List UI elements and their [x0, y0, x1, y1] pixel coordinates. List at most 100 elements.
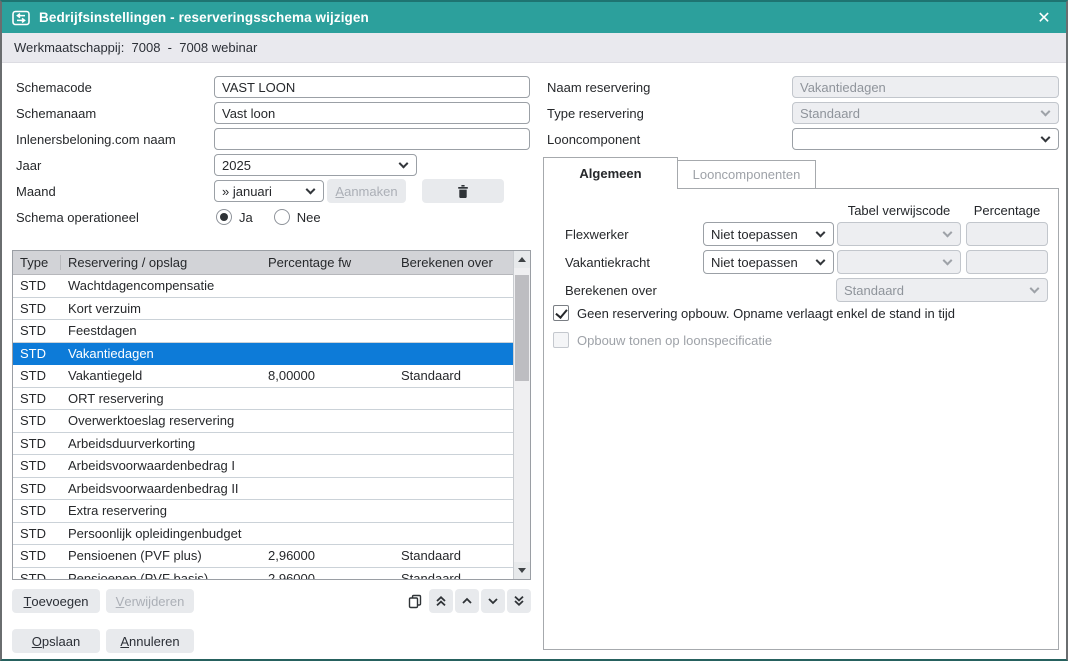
tab-algemeen[interactable]: Algemeen — [543, 157, 678, 189]
close-icon[interactable]: ✕ — [1030, 2, 1058, 33]
table-cell: Kort verzuim — [61, 301, 261, 316]
opbouw-tonen-label: Opbouw tonen op loonspecificatie — [577, 333, 772, 348]
table-cell: Standaard — [394, 368, 514, 383]
table-cell: STD — [13, 391, 61, 406]
table-cell: STD — [13, 571, 61, 579]
algemeen-tab-panel: Tabel verwijscode Percentage Flexwerker … — [543, 188, 1059, 650]
chevron-down-icon — [943, 256, 953, 266]
schemanaam-input[interactable] — [214, 102, 530, 124]
verwijderen-button[interactable]: Verwijderen — [106, 589, 194, 613]
table-cell: Arbeidsvoorwaardenbedrag II — [61, 481, 261, 496]
maand-select[interactable]: » januari — [214, 180, 324, 202]
copy-row-button[interactable] — [403, 589, 427, 613]
table-row[interactable]: STDVakantiegeld8,00000Standaard — [13, 365, 514, 388]
chevron-down-icon — [816, 228, 826, 238]
berekenen-over-select: Standaard — [836, 278, 1048, 302]
delete-month-button[interactable] — [422, 179, 504, 203]
naam-reservering-label: Naam reservering — [547, 76, 650, 98]
percentage-header: Percentage — [966, 202, 1048, 218]
table-cell: Feestdagen — [61, 323, 261, 338]
operationeel-ja-radio[interactable] — [216, 209, 232, 225]
aanmaken-button[interactable]: Aanmaken — [327, 179, 406, 203]
jaar-select-value: 2025 — [222, 158, 251, 173]
flexwerker-tabel-select — [837, 222, 961, 246]
flexwerker-select[interactable]: Niet toepassen — [703, 222, 834, 246]
operationeel-nee-radio[interactable] — [274, 209, 290, 225]
move-down-button[interactable] — [481, 589, 505, 613]
table-row[interactable]: STDPersoonlijk opleidingenbudget — [13, 523, 514, 546]
chevron-down-icon — [399, 159, 409, 169]
type-reservering-select: Standaard — [792, 102, 1059, 124]
table-row[interactable]: STDKort verzuim — [13, 298, 514, 321]
opslaan-button[interactable]: Opslaan — [12, 629, 100, 653]
schemacode-input[interactable] — [214, 76, 530, 98]
chevron-down-icon — [1041, 107, 1051, 117]
table-row[interactable]: STDPensioenen (PVF plus)2,96000Standaard — [13, 545, 514, 568]
table-cell: 2,96000 — [261, 571, 394, 579]
table-row[interactable]: STDArbeidsduurverkorting — [13, 433, 514, 456]
table-cell: Wachtdagencompensatie — [61, 278, 261, 293]
table-row[interactable]: STDVakantiedagen — [13, 343, 514, 366]
table-row[interactable]: STDOverwerktoeslag reservering — [13, 410, 514, 433]
inlenersbeloning-input[interactable] — [214, 128, 530, 150]
table-cell: Pensioenen (PVF plus) — [61, 548, 261, 563]
move-up-button[interactable] — [455, 589, 479, 613]
table-cell: Standaard — [394, 571, 514, 579]
dialog-window: Bedrijfsinstellingen - reserveringsschem… — [0, 0, 1068, 661]
scrollbar-thumb[interactable] — [515, 275, 529, 381]
geen-reservering-opbouw-checkbox[interactable] — [553, 305, 569, 321]
move-top-button[interactable] — [429, 589, 453, 613]
tab-looncomponenten[interactable]: Looncomponenten — [677, 160, 816, 188]
table-header-row: Type Reservering / opslag Percentage fw … — [13, 251, 514, 275]
table-cell: Arbeidsduurverkorting — [61, 436, 261, 451]
move-bottom-button[interactable] — [507, 589, 531, 613]
schemacode-label: Schemacode — [16, 76, 92, 98]
table-cell: Vakantiedagen — [61, 346, 261, 361]
toevoegen-button[interactable]: Toevoegen — [12, 589, 100, 613]
table-cell: STD — [13, 346, 61, 361]
table-row[interactable]: STDArbeidsvoorwaardenbedrag I — [13, 455, 514, 478]
scroll-up-icon[interactable] — [514, 251, 530, 268]
table-cell: STD — [13, 436, 61, 451]
vakantiekracht-value: Niet toepassen — [711, 255, 798, 270]
table-cell: Pensioenen (PVF basis) — [61, 571, 261, 579]
looncomponent-select[interactable] — [792, 128, 1059, 150]
vakantiekracht-label: Vakantiekracht — [565, 250, 650, 274]
table-cell: STD — [13, 526, 61, 541]
table-row[interactable]: STDArbeidsvoorwaardenbedrag II — [13, 478, 514, 501]
table-header-reservering: Reservering / opslag — [61, 255, 261, 270]
vakantiekracht-tabel-select — [837, 250, 961, 274]
type-reservering-value: Standaard — [800, 106, 860, 121]
trash-icon — [456, 184, 470, 199]
scroll-down-icon[interactable] — [514, 562, 530, 579]
table-row[interactable]: STDWachtdagencompensatie — [13, 275, 514, 298]
type-reservering-label: Type reservering — [547, 102, 644, 124]
operationeel-label: Schema operationeel — [16, 206, 139, 228]
window-title: Bedrijfsinstellingen - reserveringsschem… — [39, 10, 369, 25]
vakantiekracht-select[interactable]: Niet toepassen — [703, 250, 834, 274]
chevron-down-icon — [486, 594, 500, 608]
table-cell: STD — [13, 368, 61, 383]
double-chevron-up-icon — [434, 594, 448, 608]
table-row[interactable]: STDFeestdagen — [13, 320, 514, 343]
geen-reservering-opbouw-label: Geen reservering opbouw. Opname verlaagt… — [577, 306, 955, 321]
inlenersbeloning-label: Inlenersbeloning.com naam — [16, 128, 176, 150]
flexwerker-label: Flexwerker — [565, 222, 629, 246]
table-cell: Arbeidsvoorwaardenbedrag I — [61, 458, 261, 473]
operationeel-nee-label: Nee — [297, 210, 321, 225]
annuleren-button[interactable]: Annuleren — [106, 629, 194, 653]
table-row[interactable]: STDORT reservering — [13, 388, 514, 411]
table-row[interactable]: STDPensioenen (PVF basis)2,96000Standaar… — [13, 568, 514, 580]
table-body: STDWachtdagencompensatieSTDKort verzuimS… — [13, 275, 514, 579]
table-cell: Extra reservering — [61, 503, 261, 518]
table-row[interactable]: STDExtra reservering — [13, 500, 514, 523]
table-scrollbar[interactable] — [513, 251, 530, 579]
vakantiekracht-percentage-input — [966, 250, 1048, 274]
flexwerker-value: Niet toepassen — [711, 227, 798, 242]
flexwerker-percentage-input — [966, 222, 1048, 246]
chevron-down-icon — [943, 228, 953, 238]
jaar-label: Jaar — [16, 154, 41, 176]
maand-label: Maand — [16, 180, 56, 202]
looncomponent-label: Looncomponent — [547, 128, 640, 150]
jaar-select[interactable]: 2025 — [214, 154, 417, 176]
